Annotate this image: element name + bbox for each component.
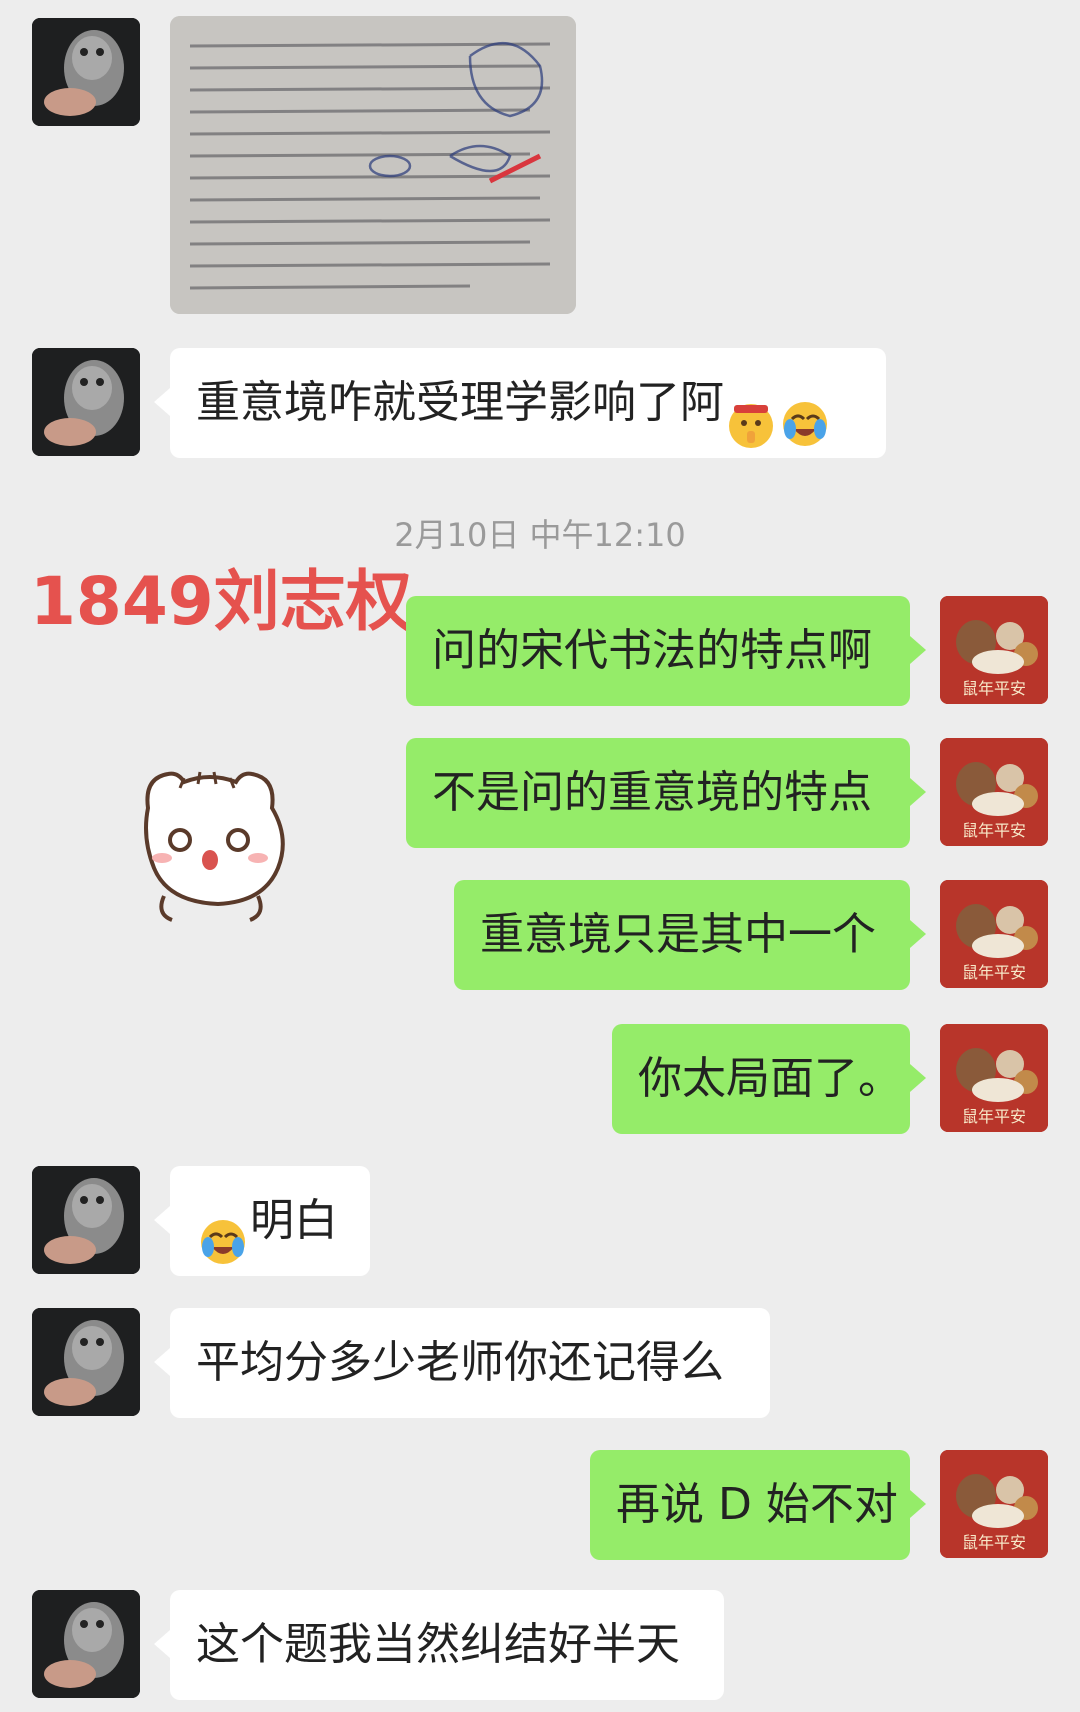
outgoing-message[interactable]: 重意境只是其中一个 [454,880,926,990]
message-text: 再说 D 始不对 [616,1479,898,1530]
message-row: 不是问的重意境的特点 鼠年平安 [0,738,1080,848]
crying-laugh-emoji [780,380,830,446]
message-row: 平均分多少老师你还记得么 [0,1308,1080,1418]
message-text: 这个题我当然纠结好半天 [196,1619,680,1670]
user-avatar[interactable]: 鼠年平安 [940,880,1048,988]
message-row: 明白 [0,1166,1080,1276]
message-row: 重意境只是其中一个 鼠年平安 [0,880,1080,990]
message-text: 重意境咋就受理学影响了阿 [196,377,724,428]
incoming-message[interactable]: 重意境咋就受理学影响了阿 [154,348,886,458]
message-text: 问的宋代书法的特点啊 [432,625,872,676]
message-row: 问的宋代书法的特点啊 鼠年平安 [0,596,1080,706]
message-text: 你太局面了。 [638,1053,902,1104]
message-text: 平均分多少老师你还记得么 [196,1337,724,1388]
message-row: 这个题我当然纠结好半天 [0,1590,1080,1700]
incoming-message[interactable]: 这个题我当然纠结好半天 [154,1590,724,1700]
contact-avatar[interactable] [32,348,140,456]
message-row [0,0,1080,330]
outgoing-message[interactable]: 不是问的重意境的特点 [406,738,926,848]
contact-avatar[interactable] [32,1308,140,1416]
outgoing-message[interactable]: 你太局面了。 [612,1024,926,1134]
shush-face-emoji [726,380,776,448]
incoming-message[interactable]: 明白 [154,1166,370,1276]
message-text: 重意境只是其中一个 [480,909,876,960]
message-row: 重意境咋就受理学影响了阿 [0,348,1080,468]
crying-laugh-emoji [198,1198,248,1264]
svg-text:鼠年平安: 鼠年平安 [962,1533,1026,1552]
contact-avatar[interactable] [32,1166,140,1274]
incoming-message[interactable]: 平均分多少老师你还记得么 [154,1308,770,1418]
outgoing-message[interactable]: 问的宋代书法的特点啊 [406,596,926,706]
message-row: 你太局面了。 鼠年平安 [0,1024,1080,1134]
message-row: 再说 D 始不对 鼠年平安 [0,1450,1080,1560]
contact-avatar[interactable] [32,1590,140,1698]
contact-avatar[interactable] [32,18,140,126]
user-avatar[interactable]: 鼠年平安 [940,1450,1048,1558]
svg-text:鼠年平安: 鼠年平安 [962,963,1026,982]
user-avatar[interactable]: 鼠年平安 [940,1024,1048,1132]
outgoing-message[interactable]: 再说 D 始不对 [590,1450,926,1560]
svg-text:鼠年平安: 鼠年平安 [962,821,1026,840]
exam-photo[interactable] [170,16,576,314]
user-avatar[interactable]: 鼠年平安 [940,738,1048,846]
message-text: 不是问的重意境的特点 [432,767,872,818]
svg-text:鼠年平安: 鼠年平安 [962,679,1026,698]
user-avatar[interactable]: 鼠年平安 [940,596,1048,704]
message-text: 明白 [250,1195,338,1246]
svg-text:鼠年平安: 鼠年平安 [962,1107,1026,1126]
